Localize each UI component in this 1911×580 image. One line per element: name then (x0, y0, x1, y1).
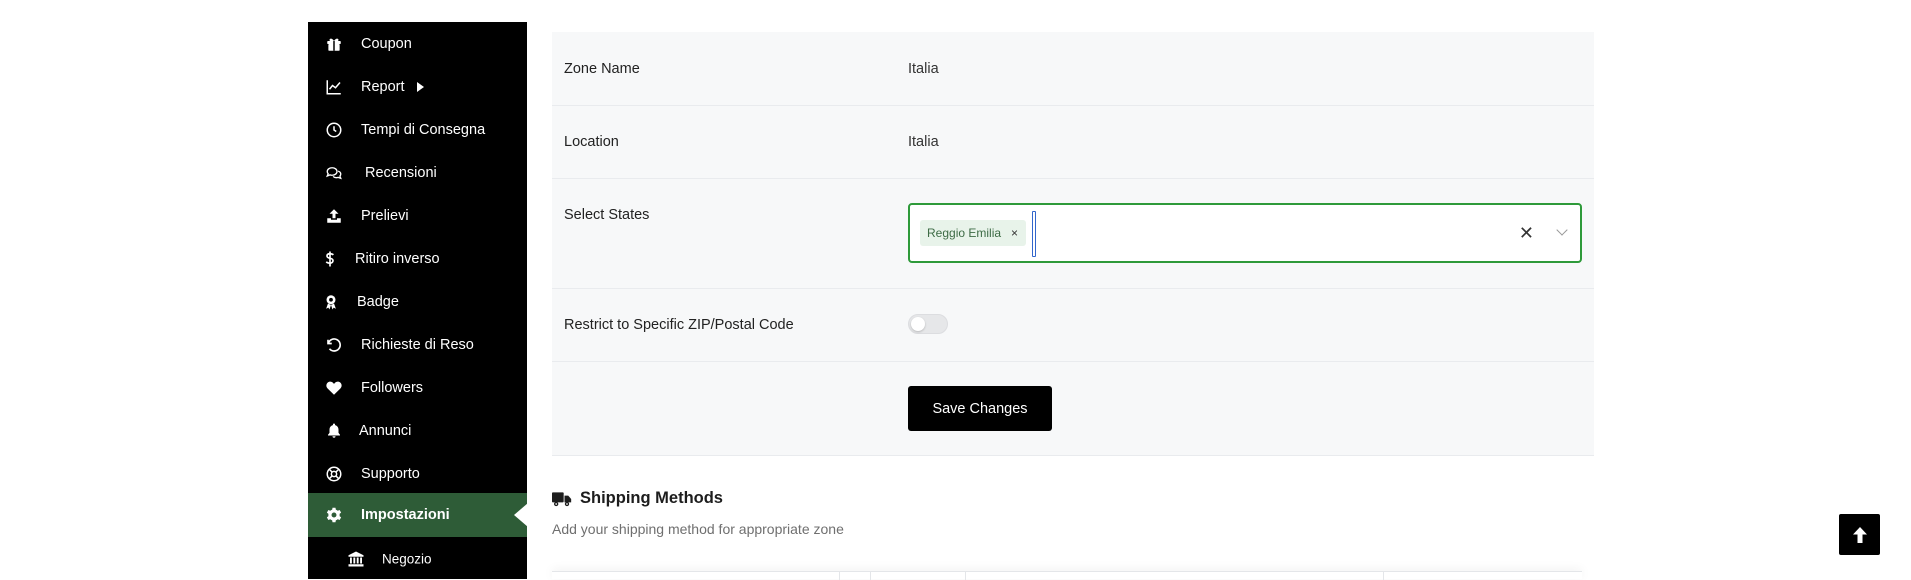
actions-row (552, 362, 1594, 456)
award-icon (321, 292, 341, 312)
restrict-zip-label: Restrict to Specific ZIP/Postal Code (564, 317, 794, 333)
clear-selection-icon[interactable]: ✕ (1519, 223, 1534, 243)
states-search-input[interactable] (1032, 211, 1036, 257)
restrict-zip-row: Restrict to Specific ZIP/Postal Code (552, 289, 1594, 362)
sidebar-item-label: Ritiro inverso (355, 250, 440, 267)
location-value: Italia (908, 134, 939, 150)
shipping-methods-table (552, 571, 1582, 580)
sidebar-item-ritiro-inverso[interactable]: Ritiro inverso (308, 237, 527, 280)
sidebar-item-impostazioni[interactable]: Impostazioni (308, 493, 527, 537)
sidebar-item-report[interactable]: Report (308, 65, 527, 108)
sidebar-item-followers[interactable]: Followers (308, 366, 527, 409)
sidebar-item-label: Tempi di Consegna (361, 121, 486, 138)
sidebar-item-label: Coupon (361, 35, 412, 52)
chevron-down-icon[interactable] (1556, 224, 1568, 236)
zone-name-value: Italia (908, 61, 939, 77)
sidebar-item-label: Prelievi (361, 207, 409, 224)
sidebar-item-recensioni[interactable]: Recensioni (308, 151, 527, 194)
dashboard-sidebar: Coupon Report Tempi di Consegna Recensio… (308, 22, 527, 579)
sidebar-item-label: Richieste di Reso (361, 336, 474, 353)
shipping-methods-subtitle: Add your shipping method for appropriate… (552, 521, 844, 537)
scroll-to-top-button[interactable] (1839, 514, 1880, 555)
dollar-icon (320, 249, 340, 269)
sidebar-item-label: Recensioni (365, 164, 437, 181)
zone-name-row: Zone Name Italia (552, 32, 1594, 106)
bell-icon (324, 421, 344, 441)
gear-icon (324, 505, 344, 525)
comments-icon (324, 163, 344, 183)
location-row: Location Italia (552, 106, 1594, 179)
sidebar-item-supporto[interactable]: Supporto (308, 452, 527, 495)
sidebar-item-negozio[interactable]: Negozio (308, 537, 527, 580)
gift-icon (324, 34, 344, 54)
sidebar-item-label: Negozio (382, 551, 432, 566)
sidebar-item-prelievi[interactable]: Prelievi (308, 194, 527, 237)
shipping-methods-title: Shipping Methods (580, 489, 723, 507)
sidebar-item-richieste-di-reso[interactable]: Richieste di Reso (308, 323, 527, 366)
sidebar-item-badge[interactable]: Badge (308, 280, 527, 323)
chart-line-icon (324, 77, 344, 97)
sidebar-item-coupon[interactable]: Coupon (308, 22, 527, 65)
caret-right-icon (416, 81, 424, 92)
save-changes-button[interactable]: Save Changes (908, 386, 1052, 431)
arrow-up-icon (1852, 526, 1867, 543)
state-tag-label: Reggio Emilia (927, 226, 1002, 240)
sidebar-item-label: Report (361, 78, 405, 95)
truck-icon (552, 491, 572, 506)
shipping-methods-heading: Shipping Methods (552, 489, 723, 508)
state-tag: Reggio Emilia × (920, 220, 1027, 246)
heart-icon (324, 378, 344, 398)
sidebar-item-label: Annunci (359, 422, 412, 439)
lifebuoy-icon (324, 464, 344, 484)
upload-icon (324, 206, 344, 226)
undo-icon (324, 335, 344, 355)
restrict-zip-toggle[interactable] (908, 314, 948, 334)
bank-icon (346, 549, 366, 569)
sidebar-item-label: Badge (357, 293, 399, 310)
toggle-knob (911, 317, 925, 331)
remove-tag-icon[interactable]: × (1011, 226, 1018, 240)
clock-icon (324, 120, 344, 140)
zone-name-label: Zone Name (564, 61, 640, 77)
select-states-label: Select States (564, 207, 650, 223)
states-multiselect[interactable]: Reggio Emilia × ✕ (908, 203, 1582, 263)
sidebar-item-annunci[interactable]: Annunci (308, 409, 527, 452)
sidebar-item-label: Impostazioni (361, 507, 450, 523)
sidebar-item-label: Followers (361, 379, 424, 396)
sidebar-item-tempi-di-consegna[interactable]: Tempi di Consegna (308, 108, 527, 151)
sidebar-item-label: Supporto (361, 465, 420, 482)
location-label: Location (564, 134, 619, 150)
